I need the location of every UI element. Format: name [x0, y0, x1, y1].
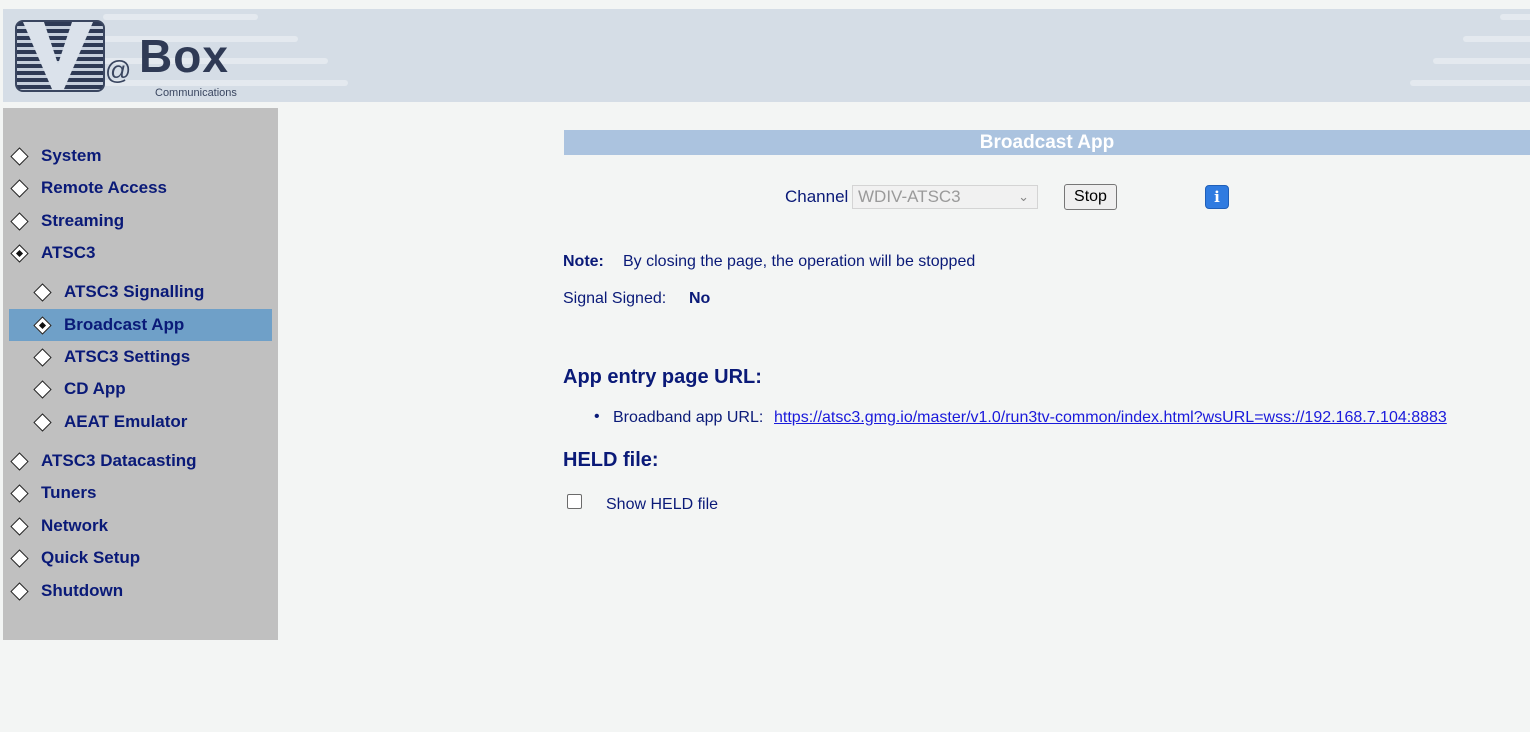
sidebar-item-network[interactable]: Network: [9, 510, 272, 542]
sidebar: System Remote Access Streaming ATSC3 ATS…: [3, 108, 278, 640]
broadband-url-label: Broadband app URL:: [613, 409, 764, 426]
sidebar-item-label: Tuners: [41, 483, 97, 502]
sidebar-item-remote-access[interactable]: Remote Access: [9, 172, 272, 204]
diamond-icon: [10, 517, 28, 535]
sidebar-item-streaming[interactable]: Streaming: [9, 205, 272, 237]
app-entry-heading: App entry page URL:: [563, 366, 762, 388]
sidebar-item-aeat-emulator[interactable]: AEAT Emulator: [9, 406, 272, 438]
sidebar-item-label: Network: [41, 516, 109, 535]
banner-stripe: [1410, 80, 1530, 86]
sidebar-item-label: AEAT Emulator: [64, 412, 188, 431]
channel-label: Channel: [785, 187, 849, 206]
diamond-icon: [33, 380, 51, 398]
broadband-url-link[interactable]: https://atsc3.gmg.io/master/v1.0/run3tv-…: [774, 409, 1447, 427]
sidebar-item-atsc3-datacasting[interactable]: ATSC3 Datacasting: [9, 445, 272, 477]
sidebar-item-label: CD App: [64, 379, 126, 398]
sidebar-item-label: Broadcast App: [64, 315, 185, 334]
list-bullet: •: [594, 408, 600, 425]
sidebar-item-label: Streaming: [41, 211, 125, 230]
sidebar-item-atsc3-signalling[interactable]: ATSC3 Signalling: [9, 276, 272, 308]
note-text: By closing the page, the operation will …: [623, 253, 976, 270]
sidebar-item-atsc3-settings[interactable]: ATSC3 Settings: [9, 341, 272, 373]
sidebar-item-system[interactable]: System: [9, 140, 272, 172]
signal-signed-value: No: [689, 290, 711, 307]
banner-stripe: [1463, 36, 1530, 42]
stop-button[interactable]: Stop: [1064, 184, 1117, 210]
sidebar-item-label: Shutdown: [41, 581, 124, 600]
signal-signed-label: Signal Signed:: [563, 290, 667, 307]
sidebar-item-atsc3[interactable]: ATSC3: [9, 237, 272, 269]
diamond-icon: [10, 212, 28, 230]
chevron-down-icon: ⌄: [1018, 189, 1029, 204]
diamond-icon: [10, 179, 28, 197]
sidebar-item-label: ATSC3: [41, 243, 96, 262]
held-file-heading: HELD file:: [563, 449, 659, 471]
sidebar-item-shutdown[interactable]: Shutdown: [9, 575, 272, 607]
diamond-icon: [33, 348, 51, 366]
diamond-filled-icon: [33, 316, 51, 334]
diamond-icon: [10, 452, 28, 470]
sidebar-item-label: ATSC3 Signalling: [64, 282, 205, 301]
logo-box: Box: [139, 30, 229, 82]
info-icon[interactable]: i: [1205, 185, 1229, 209]
logo-at: @: [105, 55, 132, 85]
diamond-icon: [10, 484, 28, 502]
sidebar-item-label: System: [41, 146, 102, 165]
banner-stripe: [1433, 58, 1530, 64]
page-title: Broadcast App: [564, 130, 1530, 155]
diamond-filled-icon: [10, 244, 28, 262]
header-banner: @ Box Communications: [3, 9, 1530, 102]
sidebar-item-tuners[interactable]: Tuners: [9, 477, 272, 509]
sidebar-item-label: Quick Setup: [41, 548, 141, 567]
diamond-icon: [10, 147, 28, 165]
channel-select-value: WDIV-ATSC3: [858, 187, 961, 206]
channel-select[interactable]: WDIV-ATSC3 ⌄: [852, 185, 1038, 209]
sidebar-item-quick-setup[interactable]: Quick Setup: [9, 542, 272, 574]
diamond-icon: [10, 582, 28, 600]
show-held-label[interactable]: Show HELD file: [606, 496, 718, 514]
banner-stripe: [1500, 14, 1530, 20]
vbox-logo: @ Box Communications: [15, 17, 265, 102]
diamond-icon: [33, 413, 51, 431]
sidebar-item-label: ATSC3 Datacasting: [41, 451, 197, 470]
sidebar-item-cd-app[interactable]: CD App: [9, 373, 272, 405]
show-held-checkbox[interactable]: [567, 494, 582, 509]
sidebar-item-broadcast-app[interactable]: Broadcast App: [9, 309, 272, 341]
sidebar-item-label: Remote Access: [41, 178, 167, 197]
note-label: Note:: [563, 253, 604, 270]
sidebar-item-label: ATSC3 Settings: [64, 347, 191, 366]
logo-subtitle: Communications: [155, 87, 237, 99]
diamond-icon: [33, 283, 51, 301]
diamond-icon: [10, 549, 28, 567]
logo-v-mark: [15, 20, 105, 92]
